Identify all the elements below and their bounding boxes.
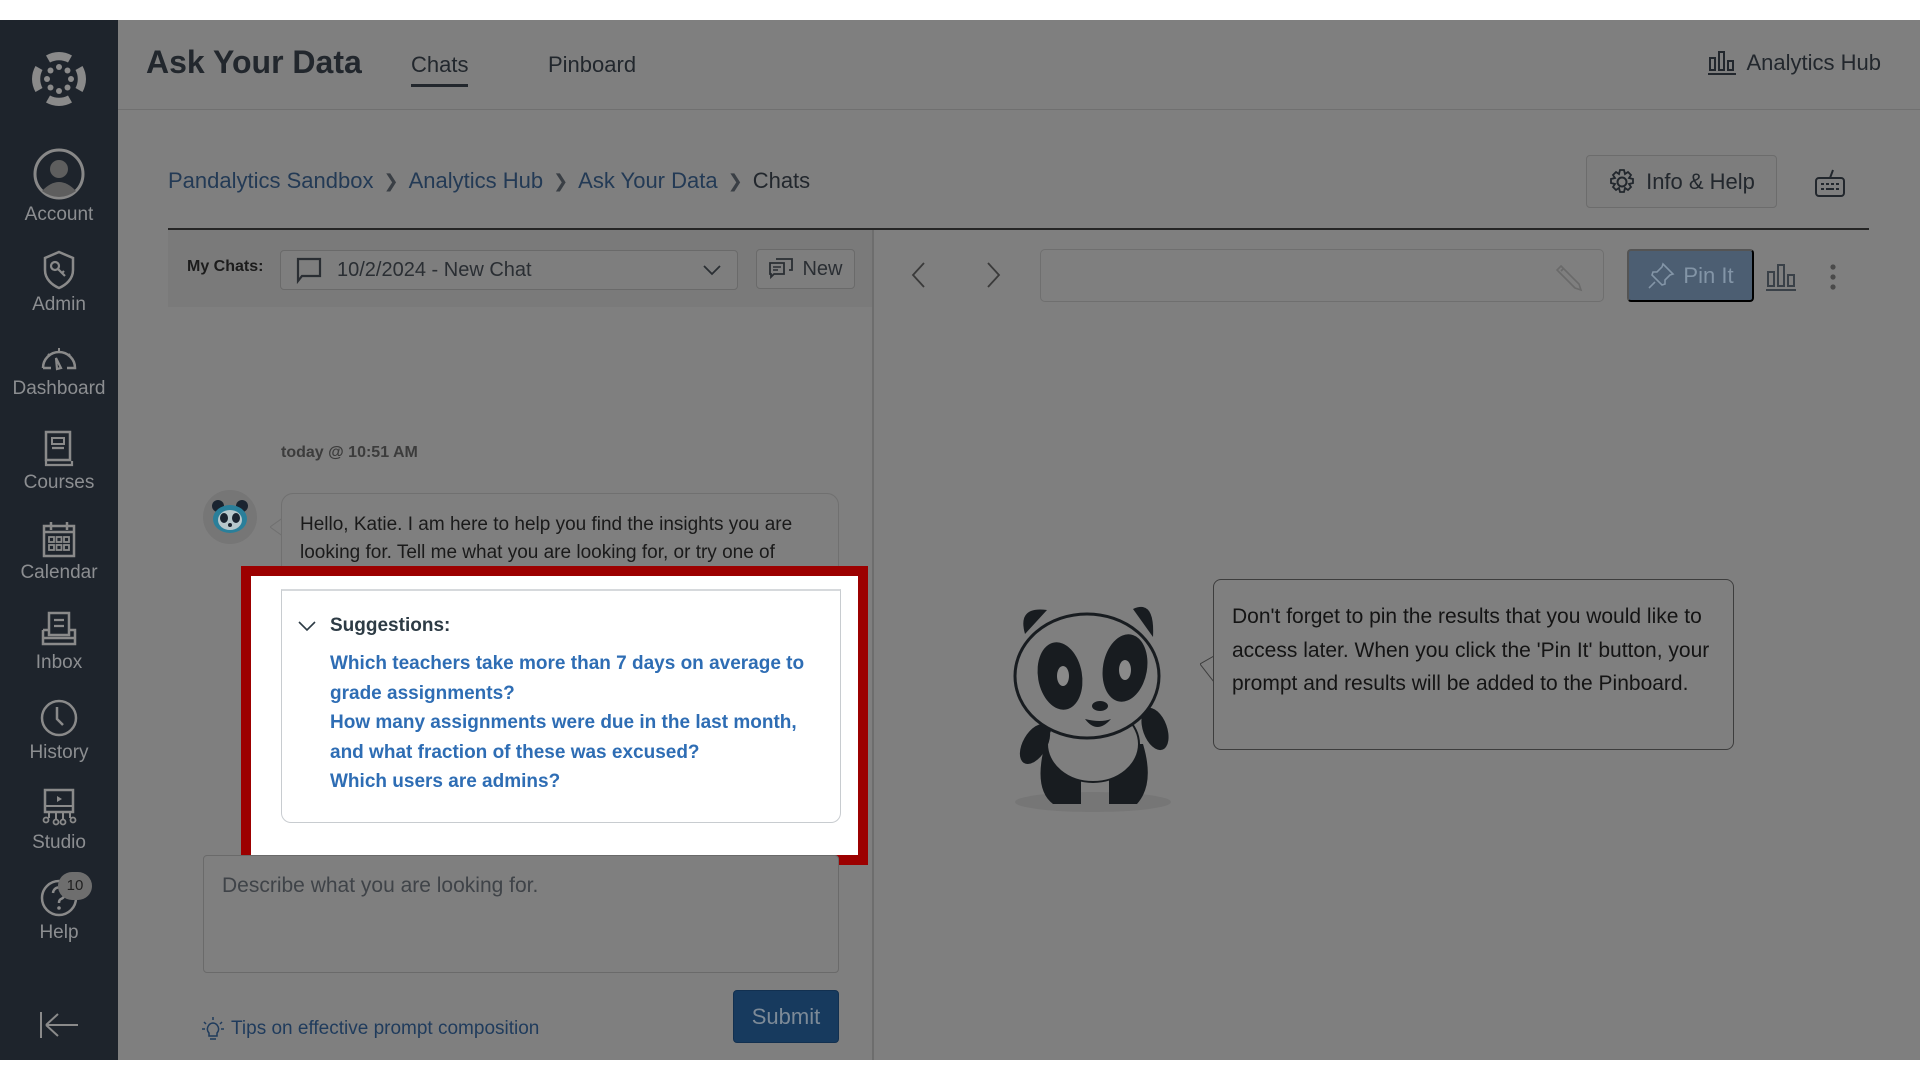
keyboard-shortcuts-icon[interactable]: [1814, 168, 1846, 198]
account-avatar-icon: [33, 148, 85, 200]
new-chat-label: New: [802, 257, 843, 280]
pane-divider[interactable]: [872, 230, 874, 1060]
result-title-field: [1040, 249, 1604, 302]
sidebar-item-label: Account: [24, 204, 94, 225]
sidebar-item-dashboard[interactable]: Dashboard: [0, 340, 118, 400]
assistant-avatar: [203, 490, 257, 544]
breadcrumb-link-ask-your-data[interactable]: Ask Your Data: [578, 168, 717, 194]
pin-it-button[interactable]: Pin It: [1627, 249, 1754, 302]
prompt-input[interactable]: [204, 856, 838, 972]
next-arrow-icon[interactable]: [982, 260, 1004, 290]
tab-chats[interactable]: Chats: [411, 52, 469, 87]
my-chats-label: My Chats:: [187, 258, 264, 275]
breadcrumb-link-pandalytics-sandbox[interactable]: Pandalytics Sandbox: [168, 168, 373, 194]
pin-it-label: Pin It: [1683, 262, 1734, 288]
sidebar-item-label: Studio: [32, 832, 86, 853]
sidebar-item-label: History: [29, 742, 89, 763]
breadcrumb: Pandalytics Sandbox ❯ Analytics Hub ❯ As…: [168, 168, 810, 194]
chat-bubble-icon: [296, 257, 322, 284]
sidebar-item-inbox[interactable]: Inbox: [0, 610, 118, 674]
help-notification-badge: 10: [58, 872, 92, 900]
app-header: Ask Your Data Chats Pinboard Analytics H…: [118, 20, 1920, 110]
more-options-icon[interactable]: [1826, 262, 1840, 292]
page-title: Ask Your Data: [146, 44, 362, 80]
global-nav-sidebar: Account Admin Dashboard Courses Calendar…: [0, 20, 118, 1060]
clock-icon: [40, 699, 78, 737]
sidebar-item-studio[interactable]: Studio: [0, 788, 118, 854]
info-help-button[interactable]: Info & Help: [1586, 155, 1777, 208]
sidebar-item-label: Help: [39, 922, 79, 943]
info-help-label: Info & Help: [1646, 168, 1755, 194]
submit-button[interactable]: Submit: [733, 990, 839, 1043]
analytics-hub-link[interactable]: Analytics Hub: [1708, 50, 1881, 76]
sidebar-item-courses[interactable]: Courses: [0, 430, 118, 494]
bar-chart-icon: [1708, 51, 1737, 75]
app-root: Account Admin Dashboard Courses Calendar…: [0, 20, 1920, 1060]
inbox-icon: [41, 611, 77, 646]
chevron-right-icon: ❯: [553, 170, 569, 191]
suggestions-heading: Suggestions:: [330, 615, 451, 636]
previous-arrow-icon[interactable]: [908, 260, 930, 290]
suggestion-link[interactable]: How many assignments were due in the las…: [330, 708, 830, 767]
prompt-input-container: [203, 855, 839, 973]
new-chat-icon: [769, 258, 794, 280]
result-title-input[interactable]: [1041, 250, 1603, 301]
analytics-hub-label: Analytics Hub: [1746, 50, 1881, 75]
suggestions-list: Which teachers take more than 7 days on …: [330, 649, 830, 797]
sidebar-item-calendar[interactable]: Calendar: [0, 520, 118, 584]
chart-view-icon[interactable]: [1765, 262, 1797, 292]
pencil-edit-icon[interactable]: [1555, 262, 1585, 292]
message-timestamp: today @ 10:51 AM: [281, 444, 418, 461]
suggestion-link[interactable]: Which users are admins?: [330, 767, 830, 797]
collapse-nav-icon[interactable]: [38, 1010, 80, 1040]
sidebar-item-admin[interactable]: Admin: [0, 250, 118, 316]
suggestions-panel: Suggestions: Which teachers take more th…: [281, 589, 841, 823]
pin-tip-bubble: Don't forget to pin the results that you…: [1213, 579, 1734, 750]
tab-pinboard[interactable]: Pinboard: [548, 52, 636, 78]
breadcrumb-link-analytics-hub[interactable]: Analytics Hub: [409, 168, 544, 194]
selected-chat: 10/2/2024 - New Chat: [337, 258, 532, 281]
dashboard-gauge-icon: [41, 348, 77, 371]
sidebar-item-account[interactable]: Account: [0, 148, 118, 226]
chevron-right-icon: ❯: [383, 170, 399, 191]
panda-avatar-icon: [212, 500, 248, 533]
courses-book-icon: [44, 430, 74, 467]
panda-mascot-illustration: [1013, 606, 1171, 812]
suggestion-link[interactable]: Which teachers take more than 7 days on …: [330, 649, 830, 708]
pushpin-icon: [1648, 262, 1675, 289]
sidebar-item-help[interactable]: 10 Help: [0, 872, 118, 944]
sidebar-item-label: Admin: [32, 294, 86, 315]
gear-icon: [1610, 168, 1634, 193]
sidebar-item-label: Dashboard: [12, 378, 106, 399]
chat-select-dropdown[interactable]: 10/2/2024 - New Chat: [280, 250, 738, 290]
chat-toolbar: My Chats: 10/2/2024 - New Chat New: [168, 230, 873, 307]
sidebar-item-label: Inbox: [35, 652, 83, 673]
suggestions-toggle[interactable]: Suggestions:: [298, 615, 450, 637]
breadcrumb-current: Chats: [752, 168, 811, 193]
studio-icon: [42, 788, 77, 826]
sidebar-item-history[interactable]: History: [0, 698, 118, 764]
calendar-icon: [42, 522, 76, 558]
lightbulb-icon: [202, 1017, 224, 1040]
chevron-down-icon: [298, 620, 316, 631]
chevron-right-icon: ❯: [727, 170, 743, 191]
canvas-logo-icon[interactable]: [30, 50, 88, 108]
highlight-annotation-box: Suggestions: Which teachers take more th…: [241, 566, 868, 865]
tips-link[interactable]: Tips on effective prompt composition: [201, 1016, 539, 1042]
sidebar-item-label: Courses: [23, 472, 95, 493]
new-chat-button[interactable]: New: [756, 249, 855, 289]
sidebar-item-label: Calendar: [20, 562, 98, 583]
tips-link-label: Tips on effective prompt composition: [231, 1018, 540, 1039]
pin-tip-text: Don't forget to pin the results that you…: [1232, 605, 1710, 695]
admin-shield-icon: [43, 250, 75, 290]
chevron-down-icon: [703, 265, 721, 276]
